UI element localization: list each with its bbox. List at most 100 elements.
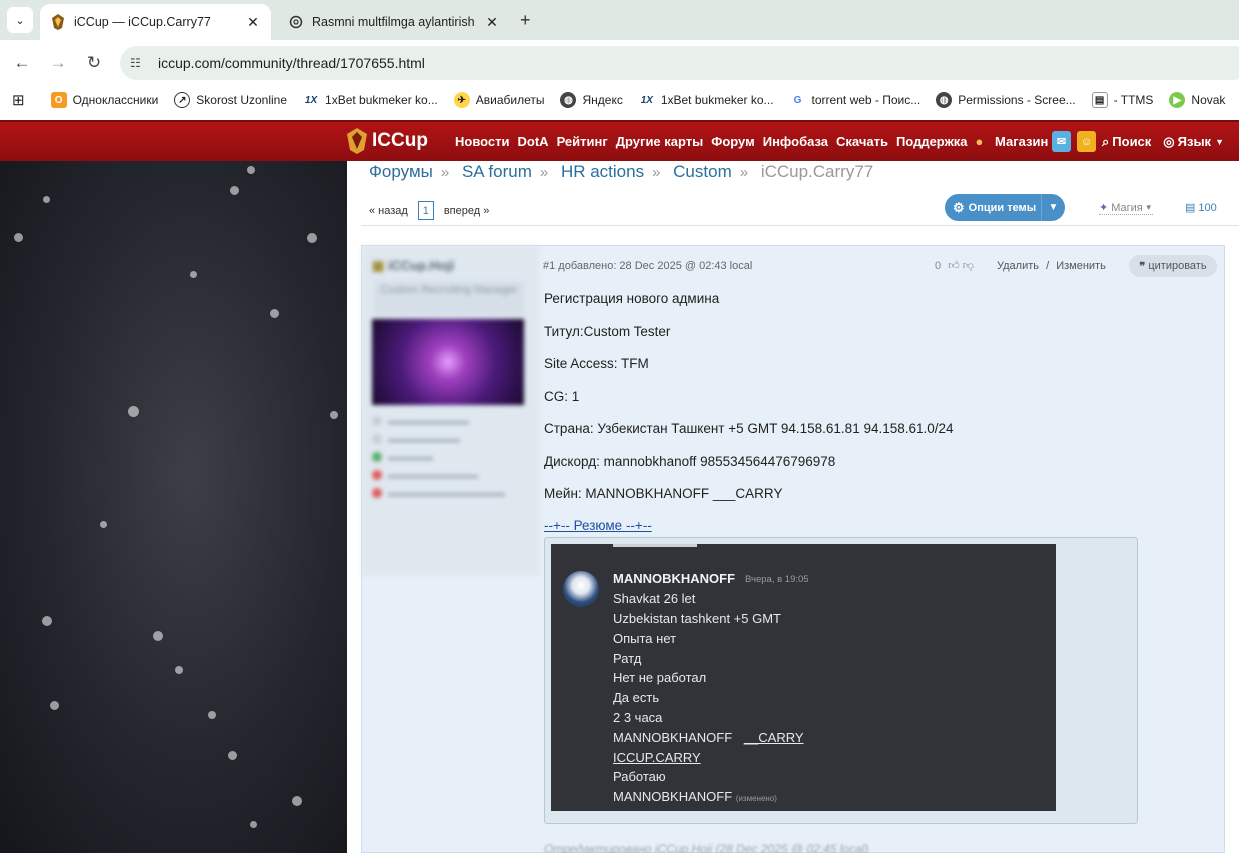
language-dropdown[interactable]: Язык: [1178, 134, 1211, 149]
pagination: « назад 1 вперед »: [369, 201, 489, 220]
quote-icon: ❞: [1139, 260, 1146, 273]
close-tab-icon[interactable]: ✕: [484, 14, 500, 31]
1x-icon: 1X: [304, 94, 318, 106]
divider: [361, 225, 1239, 226]
discord-line: ICCUP.CARRY: [613, 750, 701, 765]
page-number[interactable]: 1: [417, 201, 434, 220]
tab-rasmni[interactable]: Rasmni multfilmga aylantirish ✕: [278, 4, 510, 40]
bookmark-item[interactable]: ◍ Яндекс: [560, 92, 623, 108]
close-tab-icon[interactable]: ✕: [245, 14, 261, 31]
edit-link[interactable]: Изменить: [1056, 260, 1106, 272]
apps-grid-icon[interactable]: ⊞: [12, 91, 25, 109]
messages-icon[interactable]: ✉: [1052, 131, 1071, 152]
new-tab-icon[interactable]: +: [520, 10, 531, 31]
bookmark-item[interactable]: ✈ Авиабилеты: [453, 92, 544, 108]
bookmark-item[interactable]: ↗ Skorost Uzonline: [174, 92, 287, 108]
magic-dropdown[interactable]: ✦ Магия ▼: [1099, 201, 1153, 215]
google-icon: G: [793, 94, 802, 106]
post-edit-links: Удалить / Изменить: [997, 260, 1106, 272]
nav-news[interactable]: Новости: [455, 134, 510, 149]
wizard-icon: ✦: [1099, 202, 1109, 214]
site-info-icon[interactable]: ☷: [130, 56, 146, 70]
author-stat: ▬▬▬▬▬: [372, 452, 433, 462]
thumbs-up-icon[interactable]: 👍︎: [948, 260, 960, 272]
thread-options-button[interactable]: ⚙ Опции темы ▼: [945, 194, 1065, 221]
header-right: ✉ ☺ ⌕ Поиск ◎ Язык ▼: [1052, 131, 1224, 152]
views-icon: ▤: [1185, 202, 1196, 214]
bookmark-item[interactable]: ▶ Novak: [1169, 92, 1225, 108]
discord-line: Нет не работал: [613, 670, 707, 685]
spoiler-toggle[interactable]: --+-- Резюме --+--: [544, 518, 652, 533]
background-artwork: [0, 161, 347, 853]
forum-post: ▦ iCCup.Hoji Custom Recruiting Manager ▬…: [361, 245, 1225, 853]
breadcrumb: Форумы» SA forum» HR actions» Custom» iC…: [369, 162, 874, 181]
chevron-down-icon: ⌄: [15, 14, 25, 27]
post-line: Мейн: MANNOBKHANOFF ___CARRY: [544, 486, 783, 501]
author-avatar[interactable]: [372, 319, 524, 405]
prev-page-link[interactable]: « назад: [369, 205, 408, 217]
thumbs-down-icon[interactable]: 👎︎: [963, 260, 974, 272]
ok-icon: О: [50, 92, 67, 108]
nav-support[interactable]: Поддержка: [896, 134, 968, 149]
nav-forum[interactable]: Форум: [711, 134, 754, 149]
reload-icon[interactable]: ↻: [83, 52, 105, 74]
delete-link[interactable]: Удалить: [997, 260, 1039, 272]
nav-download[interactable]: Скачать: [836, 134, 888, 149]
post-line: Site Access: TFM: [544, 356, 649, 371]
quote-button[interactable]: ❞ цитировать: [1129, 255, 1217, 277]
tab-title: iCCup — iCCup.Carry77: [74, 15, 211, 29]
nav-shop[interactable]: ● Магазин: [976, 134, 1057, 149]
post-meta: #1 добавлено: 28 Dec 2025 @ 02:43 local: [543, 260, 753, 272]
bookmark-item[interactable]: Gtorrent web - Поис...: [790, 92, 921, 108]
discord-line: MANNOBKHANOFF (изменено): [613, 789, 777, 804]
crumb-forums[interactable]: Форумы: [369, 162, 433, 181]
play-icon: ▶: [1169, 92, 1186, 108]
nav-infobase[interactable]: Инфобаза: [763, 134, 828, 149]
crumb-custom[interactable]: Custom: [673, 162, 732, 181]
iccup-emblem-icon: [347, 128, 367, 154]
author-name[interactable]: ▦ iCCup.Hoji: [372, 258, 454, 274]
browser-toolbar: ← → ↻ ☷ iccup.com/community/thread/17076…: [0, 40, 1239, 86]
profile-icon[interactable]: ☺: [1077, 131, 1096, 152]
globe-icon: ◍: [936, 92, 953, 108]
forward-icon[interactable]: →: [47, 52, 69, 74]
bookmark-item[interactable]: 1X 1xBet bukmeker ko...: [639, 92, 774, 108]
bookmark-item[interactable]: ▤ - TTMS: [1091, 92, 1153, 108]
discord-line: Ратд: [613, 651, 642, 666]
crumb-hr-actions[interactable]: HR actions: [561, 162, 644, 181]
doc-icon: ▤: [1091, 92, 1108, 108]
site-logo[interactable]: ICCup: [346, 128, 428, 154]
bookmark-item[interactable]: О Одноклассники: [50, 92, 158, 108]
edited-note: Отредактировано iCCup.Hoji (28 Dec 2025 …: [544, 842, 869, 853]
search-icon[interactable]: ⌕: [1102, 134, 1109, 150]
nav-dota[interactable]: DotA: [518, 134, 549, 149]
nav-rating[interactable]: Рейтинг: [557, 134, 608, 149]
crumb-sa-forum[interactable]: SA forum: [462, 162, 532, 181]
next-page-link[interactable]: вперед »: [444, 205, 490, 217]
tab-search-button[interactable]: ⌄: [7, 7, 33, 33]
nav-other-maps[interactable]: Другие карты: [616, 134, 703, 149]
url-text: iccup.com/community/thread/1707655.html: [158, 55, 425, 71]
post-line: Страна: Узбекистан Ташкент +5 GMT 94.158…: [544, 421, 954, 436]
bookmarks-bar: ⊞ О Одноклассники ↗ Skorost Uzonline 1X 1xB…: [0, 86, 1239, 114]
tab-title: Rasmni multfilmga aylantirish: [312, 15, 475, 29]
main-nav: Новости DotA Рейтинг Другие карты Форум …: [455, 134, 1064, 149]
address-bar[interactable]: ☷ iccup.com/community/thread/1707655.htm…: [120, 46, 1239, 80]
tab-iccup[interactable]: iCCup — iCCup.Carry77 ✕: [40, 4, 271, 40]
globe-icon: ◍: [560, 92, 577, 108]
spoiler-content: ▬▬▬▬▬▬▬ MANNOBKHANOFF Вчера, в 19:05 Sha…: [544, 537, 1138, 824]
bookmark-item[interactable]: 1X 1xBet bukmeker ko...: [303, 92, 438, 108]
browser-tab-bar: ⌄ iCCup — iCCup.Carry77 ✕ Rasmni multfil…: [0, 0, 1239, 40]
speed-icon: ↗: [174, 92, 191, 108]
discord-line: MANNOBKHANOFF __CARRY: [613, 730, 804, 745]
back-icon[interactable]: ←: [11, 52, 33, 74]
post-author-panel: ▦ iCCup.Hoji Custom Recruiting Manager ▬…: [362, 246, 539, 576]
post-line: CG: 1: [544, 389, 580, 404]
chevron-down-icon: ▼: [1215, 136, 1224, 147]
discord-line: Shavkat 26 let: [613, 591, 696, 606]
bookmark-item[interactable]: ◍ Permissions - Scree...: [936, 92, 1076, 108]
discord-line: Uzbekistan tashkent +5 GMT: [613, 611, 781, 626]
site-header: ICCup Новости DotA Рейтинг Другие карты …: [0, 120, 1239, 161]
search-link[interactable]: Поиск: [1112, 134, 1151, 149]
openai-icon: [288, 14, 304, 30]
